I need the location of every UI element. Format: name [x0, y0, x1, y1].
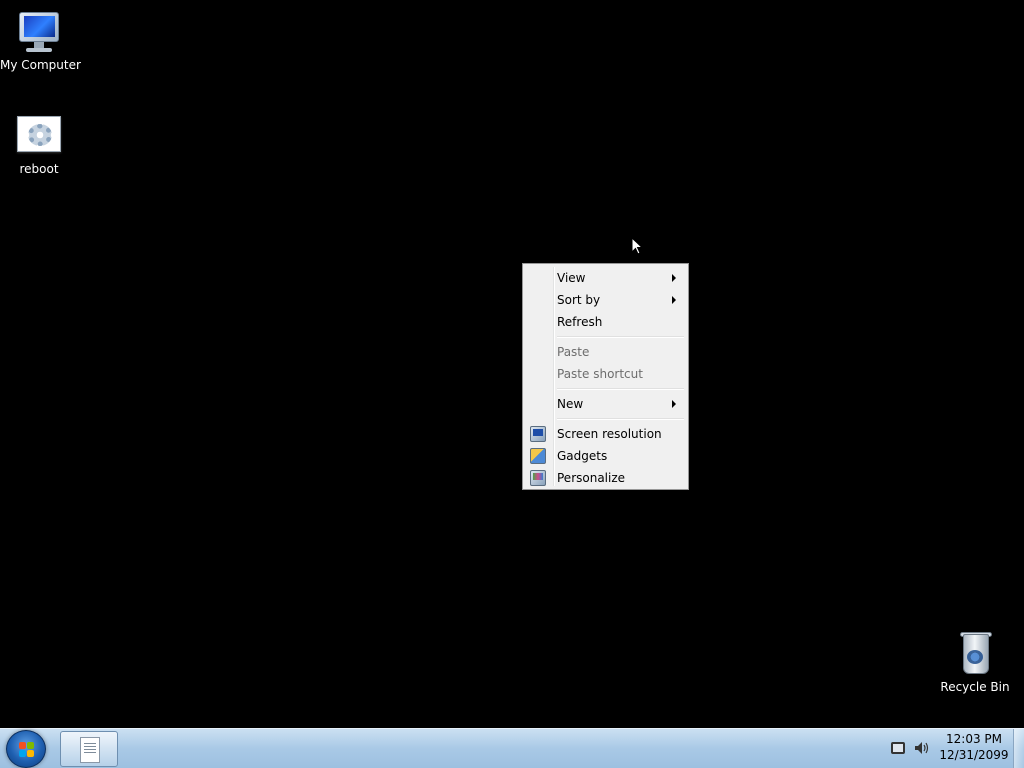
submenu-arrow-icon — [672, 296, 676, 304]
show-desktop-button[interactable] — [1013, 729, 1024, 768]
menu-item-label: Screen resolution — [557, 427, 662, 441]
submenu-arrow-icon — [672, 274, 676, 282]
submenu-arrow-icon — [672, 400, 676, 408]
menu-separator — [525, 415, 686, 423]
menu-item-paste: Paste — [525, 341, 686, 363]
menu-item-view[interactable]: View — [525, 267, 686, 289]
taskbar-clock[interactable]: 12:03 PM 12/31/2099 — [938, 731, 1010, 763]
recycle-bin-icon — [951, 630, 999, 678]
gadgets-icon — [530, 448, 546, 464]
taskbar-app-button[interactable] — [60, 731, 118, 767]
menu-item-label: Sort by — [557, 293, 601, 307]
menu-item-label: Paste — [557, 345, 590, 359]
document-app-icon — [80, 737, 100, 763]
windows-logo-icon — [19, 742, 35, 758]
desktop-icon-recycle-bin[interactable]: Recycle Bin — [935, 630, 1015, 694]
menu-item-label: Gadgets — [557, 449, 608, 463]
desktop-icon-my-computer[interactable]: My Computer — [0, 8, 81, 72]
network-icon[interactable] — [891, 742, 905, 754]
menu-item-label: View — [557, 271, 586, 285]
desktop-icon-label: Recycle Bin — [940, 680, 1010, 694]
desktop-icon-label: My Computer — [0, 58, 81, 72]
menu-item-label: Refresh — [557, 315, 603, 329]
menu-item-label: New — [557, 397, 584, 411]
clock-time: 12:03 PM — [946, 732, 1002, 746]
menu-item-screen-resolution[interactable]: Screen resolution — [525, 423, 686, 445]
shortcut-settings-icon — [15, 112, 63, 160]
menu-item-new[interactable]: New — [525, 393, 686, 415]
menu-separator — [525, 333, 686, 341]
desktop-icon-reboot[interactable]: reboot — [0, 112, 79, 176]
personalize-icon — [530, 470, 546, 486]
menu-item-sort-by[interactable]: Sort by — [525, 289, 686, 311]
menu-item-label: Paste shortcut — [557, 367, 643, 381]
menu-item-personalize[interactable]: Personalize — [525, 467, 686, 489]
taskbar — [0, 728, 1024, 768]
computer-icon — [16, 8, 64, 56]
volume-icon[interactable] — [914, 741, 930, 755]
menu-item-paste-shortcut: Paste shortcut — [525, 363, 686, 385]
desktop-context-menu: View Sort by Refresh Paste Paste shortcu… — [522, 263, 689, 490]
clock-date: 12/31/2099 — [939, 748, 1009, 762]
desktop-icon-label: reboot — [19, 162, 59, 176]
menu-item-refresh[interactable]: Refresh — [525, 311, 686, 333]
menu-separator — [525, 385, 686, 393]
screen-resolution-icon — [530, 426, 546, 442]
desktop[interactable]: My Computer reboot Recycle Bin View Sort… — [0, 0, 1024, 728]
menu-item-gadgets[interactable]: Gadgets — [525, 445, 686, 467]
menu-item-label: Personalize — [557, 471, 626, 485]
start-button[interactable] — [6, 730, 46, 768]
